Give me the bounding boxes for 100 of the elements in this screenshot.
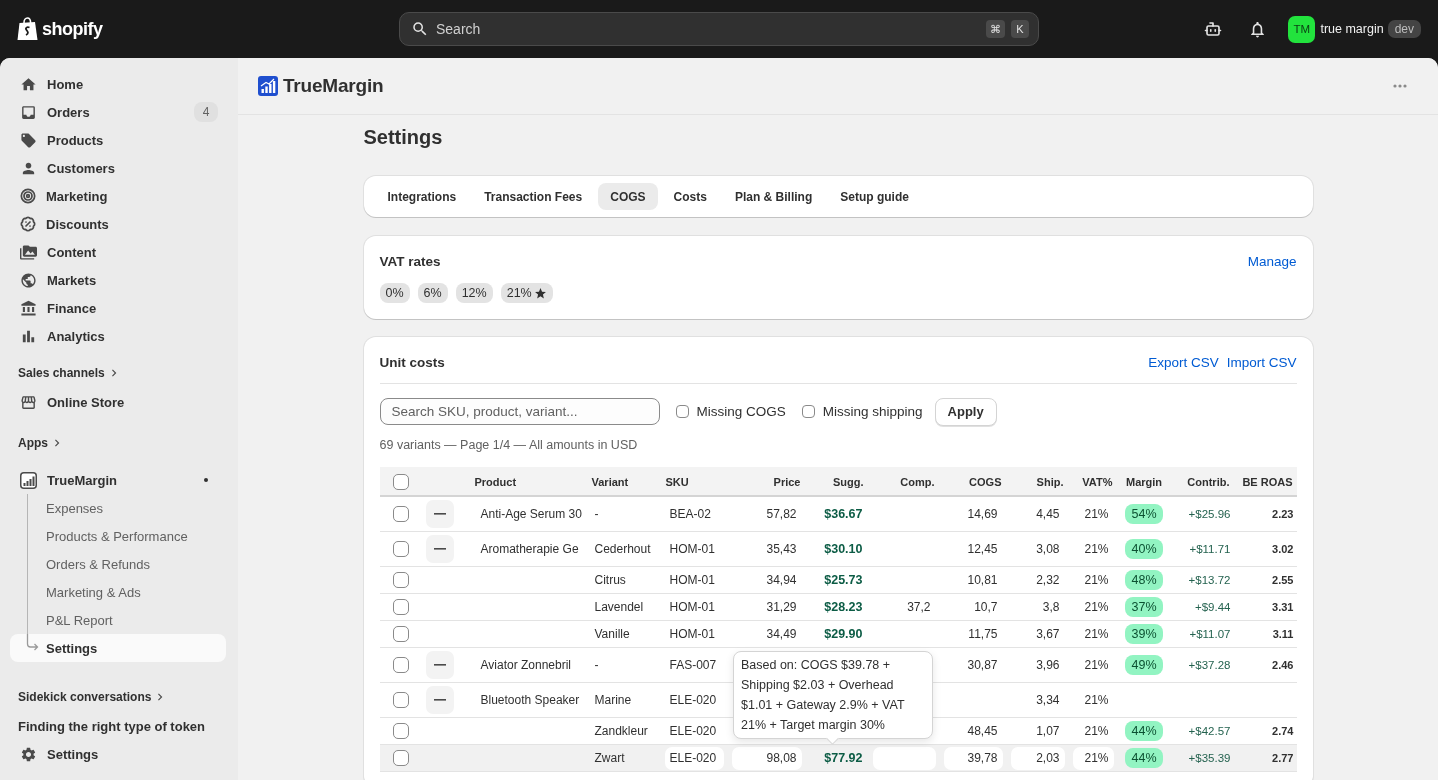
vat-field[interactable]: 21% bbox=[1072, 688, 1114, 712]
nav-item[interactable]: Content bbox=[10, 238, 226, 266]
search-bar[interactable]: Search ⌘ K bbox=[399, 12, 1039, 46]
checkbox[interactable] bbox=[392, 750, 409, 766]
sku-field[interactable]: ELE-020 bbox=[664, 719, 724, 743]
nav-item[interactable]: Analytics bbox=[10, 322, 226, 350]
conversation-link[interactable]: Finding the right type of token bbox=[10, 712, 226, 740]
checkbox[interactable] bbox=[675, 405, 689, 418]
tab[interactable]: Setup guide bbox=[828, 183, 921, 210]
checkbox[interactable] bbox=[392, 723, 409, 739]
vat-field[interactable]: 21% bbox=[1072, 746, 1114, 770]
tab[interactable]: Plan & Billing bbox=[722, 183, 825, 210]
checkbox[interactable] bbox=[392, 692, 409, 708]
price-field[interactable]: 31,29 bbox=[731, 595, 802, 619]
nav-item[interactable]: Settings bbox=[10, 740, 226, 768]
vat-field[interactable]: 21% bbox=[1072, 719, 1114, 743]
sku-field[interactable]: ELE-020 bbox=[664, 746, 724, 770]
checkbox[interactable] bbox=[801, 405, 815, 418]
cogs-field[interactable]: 10,7 bbox=[943, 595, 1003, 619]
price-field[interactable]: 57,82 bbox=[731, 502, 802, 526]
shipping-field[interactable]: 3,96 bbox=[1010, 653, 1065, 677]
cogs-field[interactable]: 39,78 bbox=[943, 746, 1003, 770]
sku-field[interactable]: HOM-01 bbox=[664, 537, 724, 561]
apply-button[interactable]: Apply bbox=[934, 397, 997, 426]
shipping-field[interactable]: 1,07 bbox=[1010, 719, 1065, 743]
shipping-field[interactable]: 3,08 bbox=[1010, 537, 1065, 561]
vat-field[interactable]: 21% bbox=[1072, 653, 1114, 677]
checkbox[interactable] bbox=[392, 657, 409, 673]
collapse-button[interactable] bbox=[425, 686, 454, 714]
nav-item[interactable]: Customers bbox=[10, 154, 226, 182]
sku-field[interactable]: FAS-007 bbox=[664, 653, 724, 677]
shipping-field[interactable]: 2,03 bbox=[1010, 746, 1065, 770]
csv-link[interactable]: Import CSV bbox=[1226, 354, 1297, 370]
nav-item[interactable]: Discounts bbox=[10, 210, 226, 238]
vat-field[interactable]: 21% bbox=[1072, 502, 1114, 526]
nav-item[interactable]: TrueMargin bbox=[10, 466, 226, 494]
cogs-field[interactable]: 48,45 bbox=[943, 719, 1003, 743]
price-field[interactable]: 34,94 bbox=[731, 568, 802, 592]
tab[interactable]: Costs bbox=[661, 183, 719, 210]
cogs-field[interactable]: 11,75 bbox=[943, 622, 1003, 646]
checkbox[interactable] bbox=[392, 506, 409, 522]
section-heading[interactable]: Sales channels bbox=[10, 363, 129, 383]
tab[interactable]: Transaction Fees bbox=[472, 183, 595, 210]
nav-item[interactable]: Marketing & Ads bbox=[10, 578, 226, 606]
nav-item[interactable]: Products bbox=[10, 126, 226, 154]
price-field[interactable]: 34,49 bbox=[731, 622, 802, 646]
search-field[interactable]: Search SKU, product, variant... bbox=[379, 398, 660, 425]
checkbox[interactable] bbox=[392, 473, 409, 490]
price-field[interactable]: 98,08 bbox=[731, 746, 802, 770]
sku-field[interactable]: HOM-01 bbox=[664, 622, 724, 646]
nav-item[interactable]: Orders & Refunds bbox=[10, 550, 226, 578]
section-heading[interactable]: Sidekick conversations bbox=[10, 687, 176, 707]
compare-price-field[interactable]: 37,2 bbox=[872, 595, 936, 619]
tab[interactable]: COGS bbox=[598, 183, 658, 210]
shipping-field[interactable]: 3,34 bbox=[1010, 688, 1065, 712]
csv-link[interactable]: Export CSV bbox=[1148, 354, 1219, 370]
cogs-field[interactable]: 14,69 bbox=[943, 502, 1003, 526]
cogs-field[interactable]: 10,81 bbox=[943, 568, 1003, 592]
collapse-button[interactable] bbox=[425, 651, 454, 679]
margin-badge: 49% bbox=[1125, 655, 1163, 675]
avatar[interactable]: TM bbox=[1288, 15, 1316, 43]
vat-rate-label: 21% bbox=[506, 286, 532, 300]
manage-link[interactable]: Manage bbox=[1247, 253, 1297, 269]
collapse-button[interactable] bbox=[425, 535, 454, 563]
cogs-field[interactable]: 12,45 bbox=[943, 537, 1003, 561]
shipping-field[interactable]: 4,45 bbox=[1010, 502, 1065, 526]
nav-item[interactable]: Markets bbox=[10, 266, 226, 294]
sku-field[interactable]: HOM-01 bbox=[664, 568, 724, 592]
column-header: VAT% bbox=[1082, 476, 1113, 488]
shipping-field[interactable]: 3,8 bbox=[1010, 595, 1065, 619]
nav-item[interactable]: Expenses bbox=[10, 494, 226, 522]
sku-field[interactable]: ELE-020 bbox=[664, 688, 724, 712]
nav-item[interactable]: Finance bbox=[10, 294, 226, 322]
checkbox[interactable] bbox=[392, 572, 409, 588]
compare-price-field[interactable] bbox=[872, 746, 936, 770]
nav-item[interactable]: Online Store bbox=[10, 388, 226, 416]
tab[interactable]: Integrations bbox=[375, 183, 469, 210]
checkbox[interactable] bbox=[392, 626, 409, 642]
vat-field[interactable]: 21% bbox=[1072, 537, 1114, 561]
search-field[interactable]: Search bbox=[436, 17, 979, 41]
shipping-field[interactable]: 2,32 bbox=[1010, 568, 1065, 592]
chart-logo-icon bbox=[258, 76, 278, 96]
sku-field[interactable]: HOM-01 bbox=[664, 595, 724, 619]
nav-item[interactable]: Home bbox=[10, 70, 226, 98]
collapse-button[interactable] bbox=[425, 500, 454, 528]
nav-item[interactable]: Marketing bbox=[10, 182, 226, 210]
nav-item[interactable]: Products & Performance bbox=[10, 522, 226, 550]
shipping-field[interactable]: 3,67 bbox=[1010, 622, 1065, 646]
vat-rate-label: 6% bbox=[423, 286, 442, 300]
vat-field[interactable]: 21% bbox=[1072, 622, 1114, 646]
vat-field[interactable]: 21% bbox=[1072, 568, 1114, 592]
sku-field[interactable]: BEA-02 bbox=[664, 502, 724, 526]
cogs-field[interactable]: 30,87 bbox=[943, 653, 1003, 677]
section-heading[interactable]: Apps bbox=[10, 433, 72, 453]
checkbox[interactable] bbox=[392, 541, 409, 557]
nav-item[interactable]: Orders 4 bbox=[10, 98, 226, 126]
vat-field[interactable]: 21% bbox=[1072, 595, 1114, 619]
nav-item[interactable]: Settings bbox=[10, 634, 226, 662]
checkbox[interactable] bbox=[392, 599, 409, 615]
price-field[interactable]: 35,43 bbox=[731, 537, 802, 561]
